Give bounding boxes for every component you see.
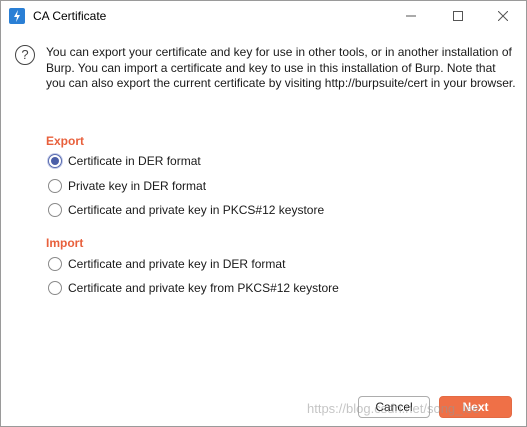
radio-label: Private key in DER format <box>68 179 207 193</box>
next-button[interactable]: Next <box>439 396 512 418</box>
close-icon <box>498 11 508 21</box>
radio-label: Certificate and private key from PKCS#12… <box>68 281 339 295</box>
ca-certificate-dialog: CA Certificate ? You can export your cer… <box>0 0 527 427</box>
help-question-icon: ? <box>15 45 35 65</box>
radio-import-pkcs12[interactable]: Certificate and private key from PKCS#12… <box>48 280 339 296</box>
radio-label: Certificate and private key in DER forma… <box>68 257 286 271</box>
title-bar[interactable]: CA Certificate <box>1 1 526 31</box>
export-heading: Export <box>46 134 85 148</box>
maximize-icon <box>453 11 463 21</box>
radio-export-pkcs12[interactable]: Certificate and private key in PKCS#12 k… <box>48 202 324 218</box>
radio-unselected-icon[interactable] <box>48 257 62 271</box>
radio-export-certificate-der[interactable]: Certificate in DER format <box>48 153 201 169</box>
cancel-button[interactable]: Cancel <box>358 396 430 418</box>
radio-unselected-icon[interactable] <box>48 179 62 193</box>
window-title: CA Certificate <box>33 9 107 23</box>
radio-export-private-key-der[interactable]: Private key in DER format <box>48 178 206 194</box>
radio-unselected-icon[interactable] <box>48 281 62 295</box>
radio-import-der[interactable]: Certificate and private key in DER forma… <box>48 256 285 272</box>
minimize-button[interactable] <box>388 1 434 31</box>
radio-label: Certificate in DER format <box>68 154 201 168</box>
maximize-button[interactable] <box>435 1 481 31</box>
radio-selected-icon[interactable] <box>48 154 62 168</box>
import-heading: Import <box>46 236 84 250</box>
close-button[interactable] <box>480 1 526 31</box>
burp-app-icon <box>9 8 25 24</box>
intro-text: You can export your certificate and key … <box>46 45 516 90</box>
radio-label: Certificate and private key in PKCS#12 k… <box>68 203 325 217</box>
minimize-icon <box>406 15 416 17</box>
radio-unselected-icon[interactable] <box>48 203 62 217</box>
